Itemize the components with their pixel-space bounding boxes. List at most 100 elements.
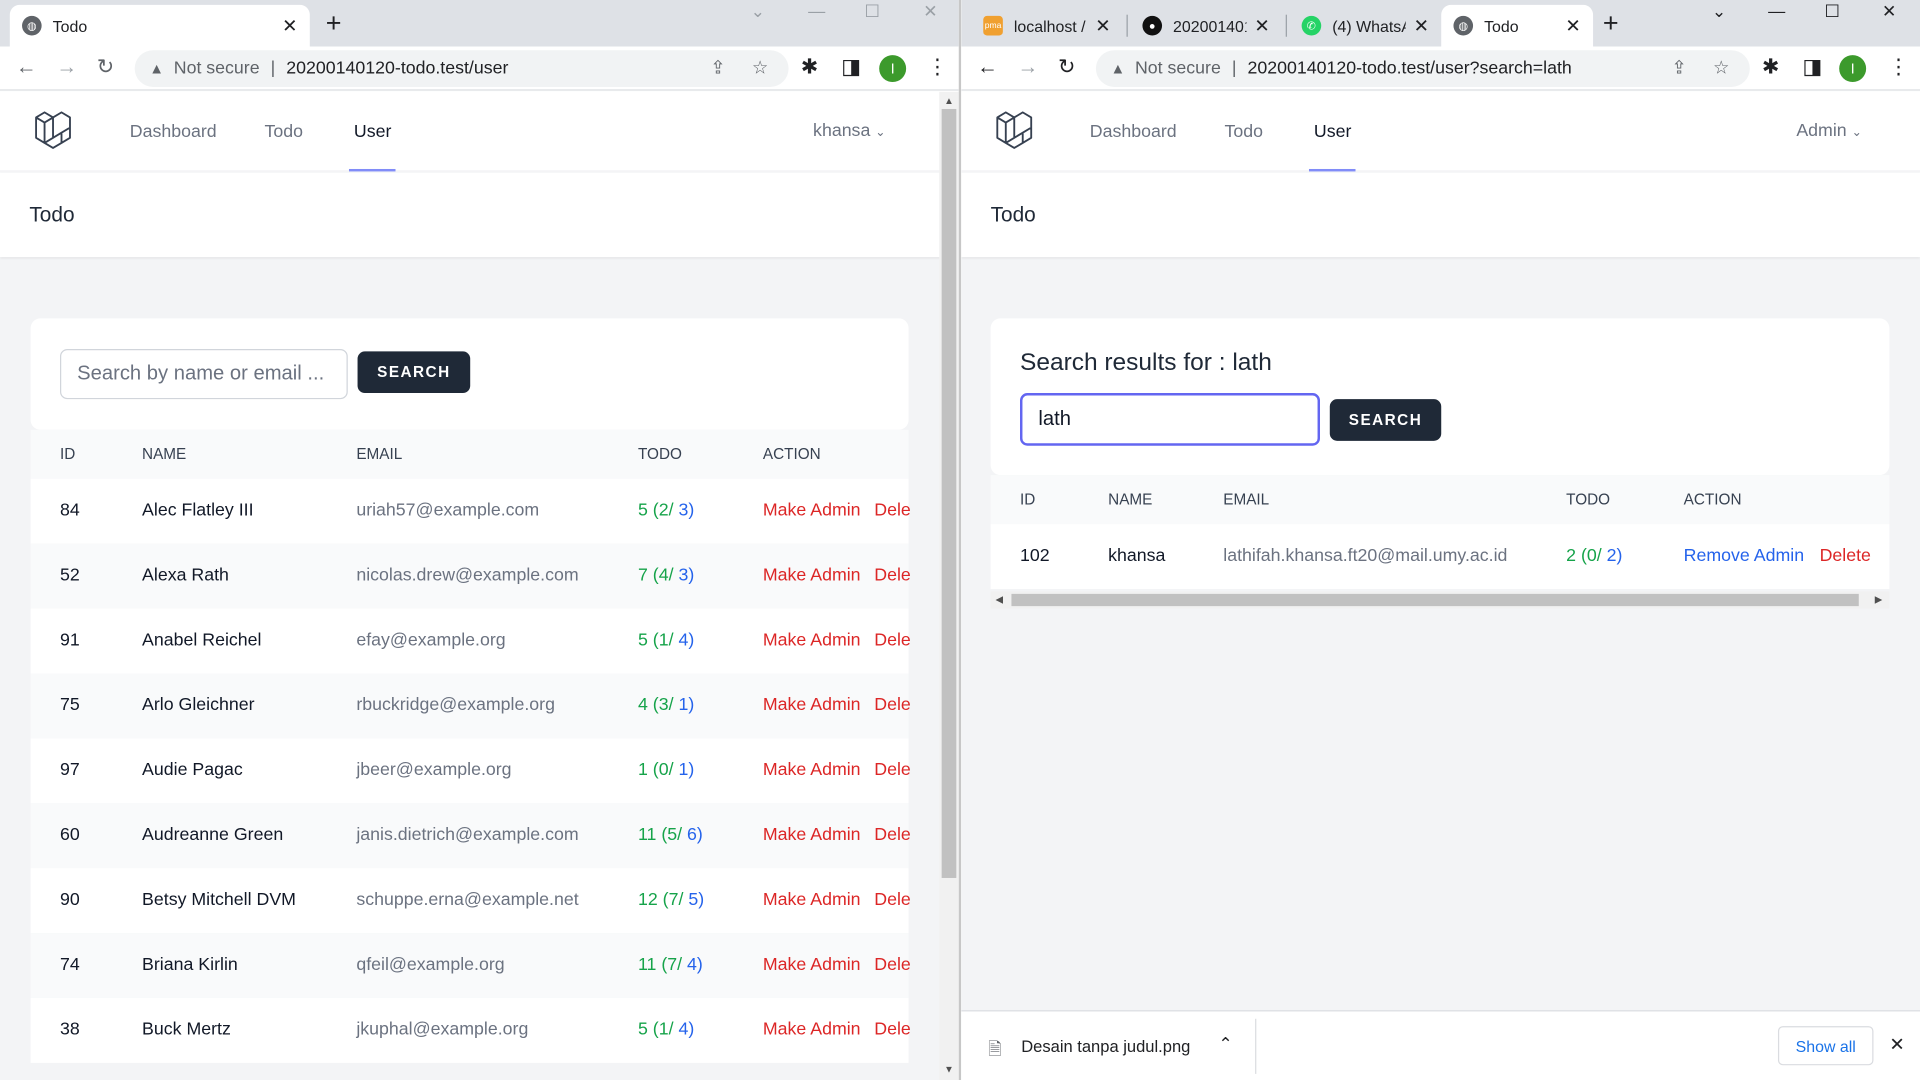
scrollbar-thumb[interactable] bbox=[1011, 593, 1859, 607]
browser-tab-todo[interactable]: ◍ Todo ✕ bbox=[9, 4, 310, 47]
col-action: ACTION bbox=[762, 445, 821, 463]
close-tab-icon[interactable]: ✕ bbox=[282, 15, 297, 37]
delete-link[interactable]: Dele bbox=[874, 825, 911, 845]
close-window-icon[interactable]: ✕ bbox=[923, 1, 937, 21]
scrollbar-thumb[interactable] bbox=[941, 108, 957, 878]
back-icon[interactable]: ← bbox=[977, 54, 998, 81]
search-button[interactable]: SEARCH bbox=[1329, 399, 1442, 441]
scroll-up-icon[interactable]: ▲ bbox=[944, 96, 954, 107]
browser-tab-whatsapp[interactable]: ✆ (4) WhatsA ✕ bbox=[1289, 5, 1441, 47]
make-admin-link[interactable]: Make Admin bbox=[763, 501, 861, 521]
delete-link[interactable]: Dele bbox=[874, 890, 911, 910]
delete-link[interactable]: Dele bbox=[874, 566, 911, 586]
side-panel-icon[interactable]: ◨ bbox=[841, 54, 861, 81]
tab-search-icon[interactable]: ⌄ bbox=[751, 1, 765, 21]
cell-email: rbuckridge@example.org bbox=[356, 695, 555, 716]
search-button[interactable]: SEARCH bbox=[357, 351, 471, 394]
back-icon[interactable]: ← bbox=[16, 54, 37, 81]
search-input[interactable]: Search by name or email ... bbox=[60, 348, 348, 400]
show-all-button[interactable]: Show all bbox=[1777, 1026, 1874, 1066]
delete-link[interactable]: Dele bbox=[874, 1020, 911, 1040]
delete-link[interactable]: Dele bbox=[874, 760, 911, 780]
forward-icon[interactable]: → bbox=[56, 54, 77, 81]
make-admin-link[interactable]: Make Admin bbox=[763, 825, 861, 845]
profile-avatar[interactable]: I bbox=[879, 55, 907, 83]
address-bar[interactable]: ▲ Not secure | 20200140120-todo.test/use… bbox=[1095, 50, 1750, 87]
chevron-up-icon[interactable]: ⌃ bbox=[1218, 1033, 1232, 1054]
tab-search-icon[interactable]: ⌄ bbox=[1712, 1, 1726, 21]
laravel-logo-icon[interactable] bbox=[32, 109, 76, 153]
nav-todo[interactable]: Todo bbox=[264, 122, 303, 142]
make-admin-link[interactable]: Make Admin bbox=[763, 955, 861, 975]
user-dropdown[interactable]: khansa ⌄ bbox=[813, 121, 885, 141]
maximize-icon[interactable]: ☐ bbox=[864, 1, 879, 21]
nav-user[interactable]: User bbox=[354, 122, 392, 142]
download-filename[interactable]: Desain tanpa judul.png bbox=[1021, 1037, 1190, 1055]
reload-icon[interactable]: ↻ bbox=[1058, 54, 1075, 81]
col-email: EMAIL bbox=[356, 445, 403, 463]
delete-link[interactable]: Dele bbox=[874, 696, 911, 716]
table-row: 38 Buck Mertz jkuphal@example.org 5 (1/ 4) M… bbox=[30, 997, 911, 1063]
new-tab-icon[interactable]: + bbox=[1603, 9, 1619, 37]
make-admin-link[interactable]: Make Admin bbox=[763, 1020, 861, 1040]
todo-open: 2) bbox=[1601, 546, 1623, 566]
user-name: Admin bbox=[1796, 121, 1847, 141]
delete-link[interactable]: Dele bbox=[874, 631, 911, 651]
bookmark-star-icon[interactable]: ☆ bbox=[752, 56, 768, 79]
nav-dashboard[interactable]: Dashboard bbox=[130, 122, 217, 142]
remove-admin-link[interactable]: Remove Admin bbox=[1684, 546, 1804, 566]
scroll-right-icon[interactable]: ▶ bbox=[1875, 594, 1883, 605]
close-tab-icon[interactable]: ✕ bbox=[1095, 15, 1110, 37]
extensions-icon[interactable]: ✱ bbox=[801, 54, 818, 81]
bookmark-star-icon[interactable]: ☆ bbox=[1713, 56, 1729, 79]
cell-id: 90 bbox=[60, 890, 80, 910]
menu-kebab-icon[interactable]: ⋮ bbox=[1888, 54, 1909, 81]
search-input[interactable]: lath bbox=[1020, 393, 1320, 446]
horizontal-scrollbar[interactable]: ◀ ▶ bbox=[990, 591, 1890, 609]
col-email: EMAIL bbox=[1223, 491, 1270, 509]
side-panel-icon[interactable]: ◨ bbox=[1802, 54, 1822, 81]
profile-avatar[interactable]: I bbox=[1839, 55, 1867, 83]
cell-todo: 5 (1/ 4) bbox=[638, 1020, 694, 1040]
nav-todo[interactable]: Todo bbox=[1224, 122, 1263, 142]
close-window-icon[interactable]: ✕ bbox=[1882, 1, 1896, 21]
share-icon[interactable]: ⇪ bbox=[1671, 56, 1686, 79]
make-admin-link[interactable]: Make Admin bbox=[763, 631, 861, 651]
minimize-icon[interactable]: — bbox=[1768, 1, 1785, 21]
close-tab-icon[interactable]: ✕ bbox=[1565, 15, 1580, 37]
forward-icon[interactable]: → bbox=[1018, 54, 1039, 81]
user-dropdown[interactable]: Admin ⌄ bbox=[1796, 121, 1862, 141]
share-icon[interactable]: ⇪ bbox=[710, 56, 725, 79]
laravel-logo-icon[interactable] bbox=[993, 109, 1037, 153]
close-download-bar-icon[interactable]: ✕ bbox=[1889, 1033, 1904, 1056]
nav-user[interactable]: User bbox=[1314, 122, 1352, 142]
delete-link[interactable]: Dele bbox=[874, 955, 911, 975]
delete-link[interactable]: Delete bbox=[1820, 546, 1871, 566]
new-tab-icon[interactable]: + bbox=[326, 9, 342, 37]
make-admin-link[interactable]: Make Admin bbox=[763, 696, 861, 716]
browser-tab-todo[interactable]: ◍ Todo ✕ bbox=[1441, 4, 1594, 47]
vertical-scrollbar[interactable]: ▲ ▼ bbox=[939, 91, 959, 1080]
reload-icon[interactable]: ↻ bbox=[97, 54, 114, 81]
address-bar[interactable]: ▲ Not secure | 20200140120-todo.test/use… bbox=[134, 50, 789, 87]
todo-open: 3) bbox=[673, 565, 695, 586]
make-admin-link[interactable]: Make Admin bbox=[763, 760, 861, 780]
browser-tab-github[interactable]: ● 202001401 ✕ bbox=[1130, 5, 1282, 47]
todo-open: 3) bbox=[673, 500, 695, 521]
scroll-left-icon[interactable]: ◀ bbox=[996, 594, 1004, 605]
scroll-down-icon[interactable]: ▼ bbox=[944, 1064, 954, 1075]
col-name: NAME bbox=[142, 445, 187, 463]
todo-open: 5) bbox=[683, 890, 705, 910]
menu-kebab-icon[interactable]: ⋮ bbox=[927, 54, 948, 81]
make-admin-link[interactable]: Make Admin bbox=[763, 566, 861, 586]
close-tab-icon[interactable]: ✕ bbox=[1414, 15, 1429, 37]
minimize-icon[interactable]: — bbox=[808, 1, 825, 21]
make-admin-link[interactable]: Make Admin bbox=[763, 890, 861, 910]
browser-tab-phpmyadmin[interactable]: pma localhost / ✕ bbox=[971, 5, 1123, 47]
cell-email: uriah57@example.com bbox=[356, 500, 540, 521]
maximize-icon[interactable]: ☐ bbox=[1824, 1, 1839, 21]
delete-link[interactable]: Dele bbox=[874, 501, 911, 521]
nav-dashboard[interactable]: Dashboard bbox=[1090, 122, 1177, 142]
close-tab-icon[interactable]: ✕ bbox=[1254, 15, 1269, 37]
extensions-icon[interactable]: ✱ bbox=[1762, 54, 1779, 81]
